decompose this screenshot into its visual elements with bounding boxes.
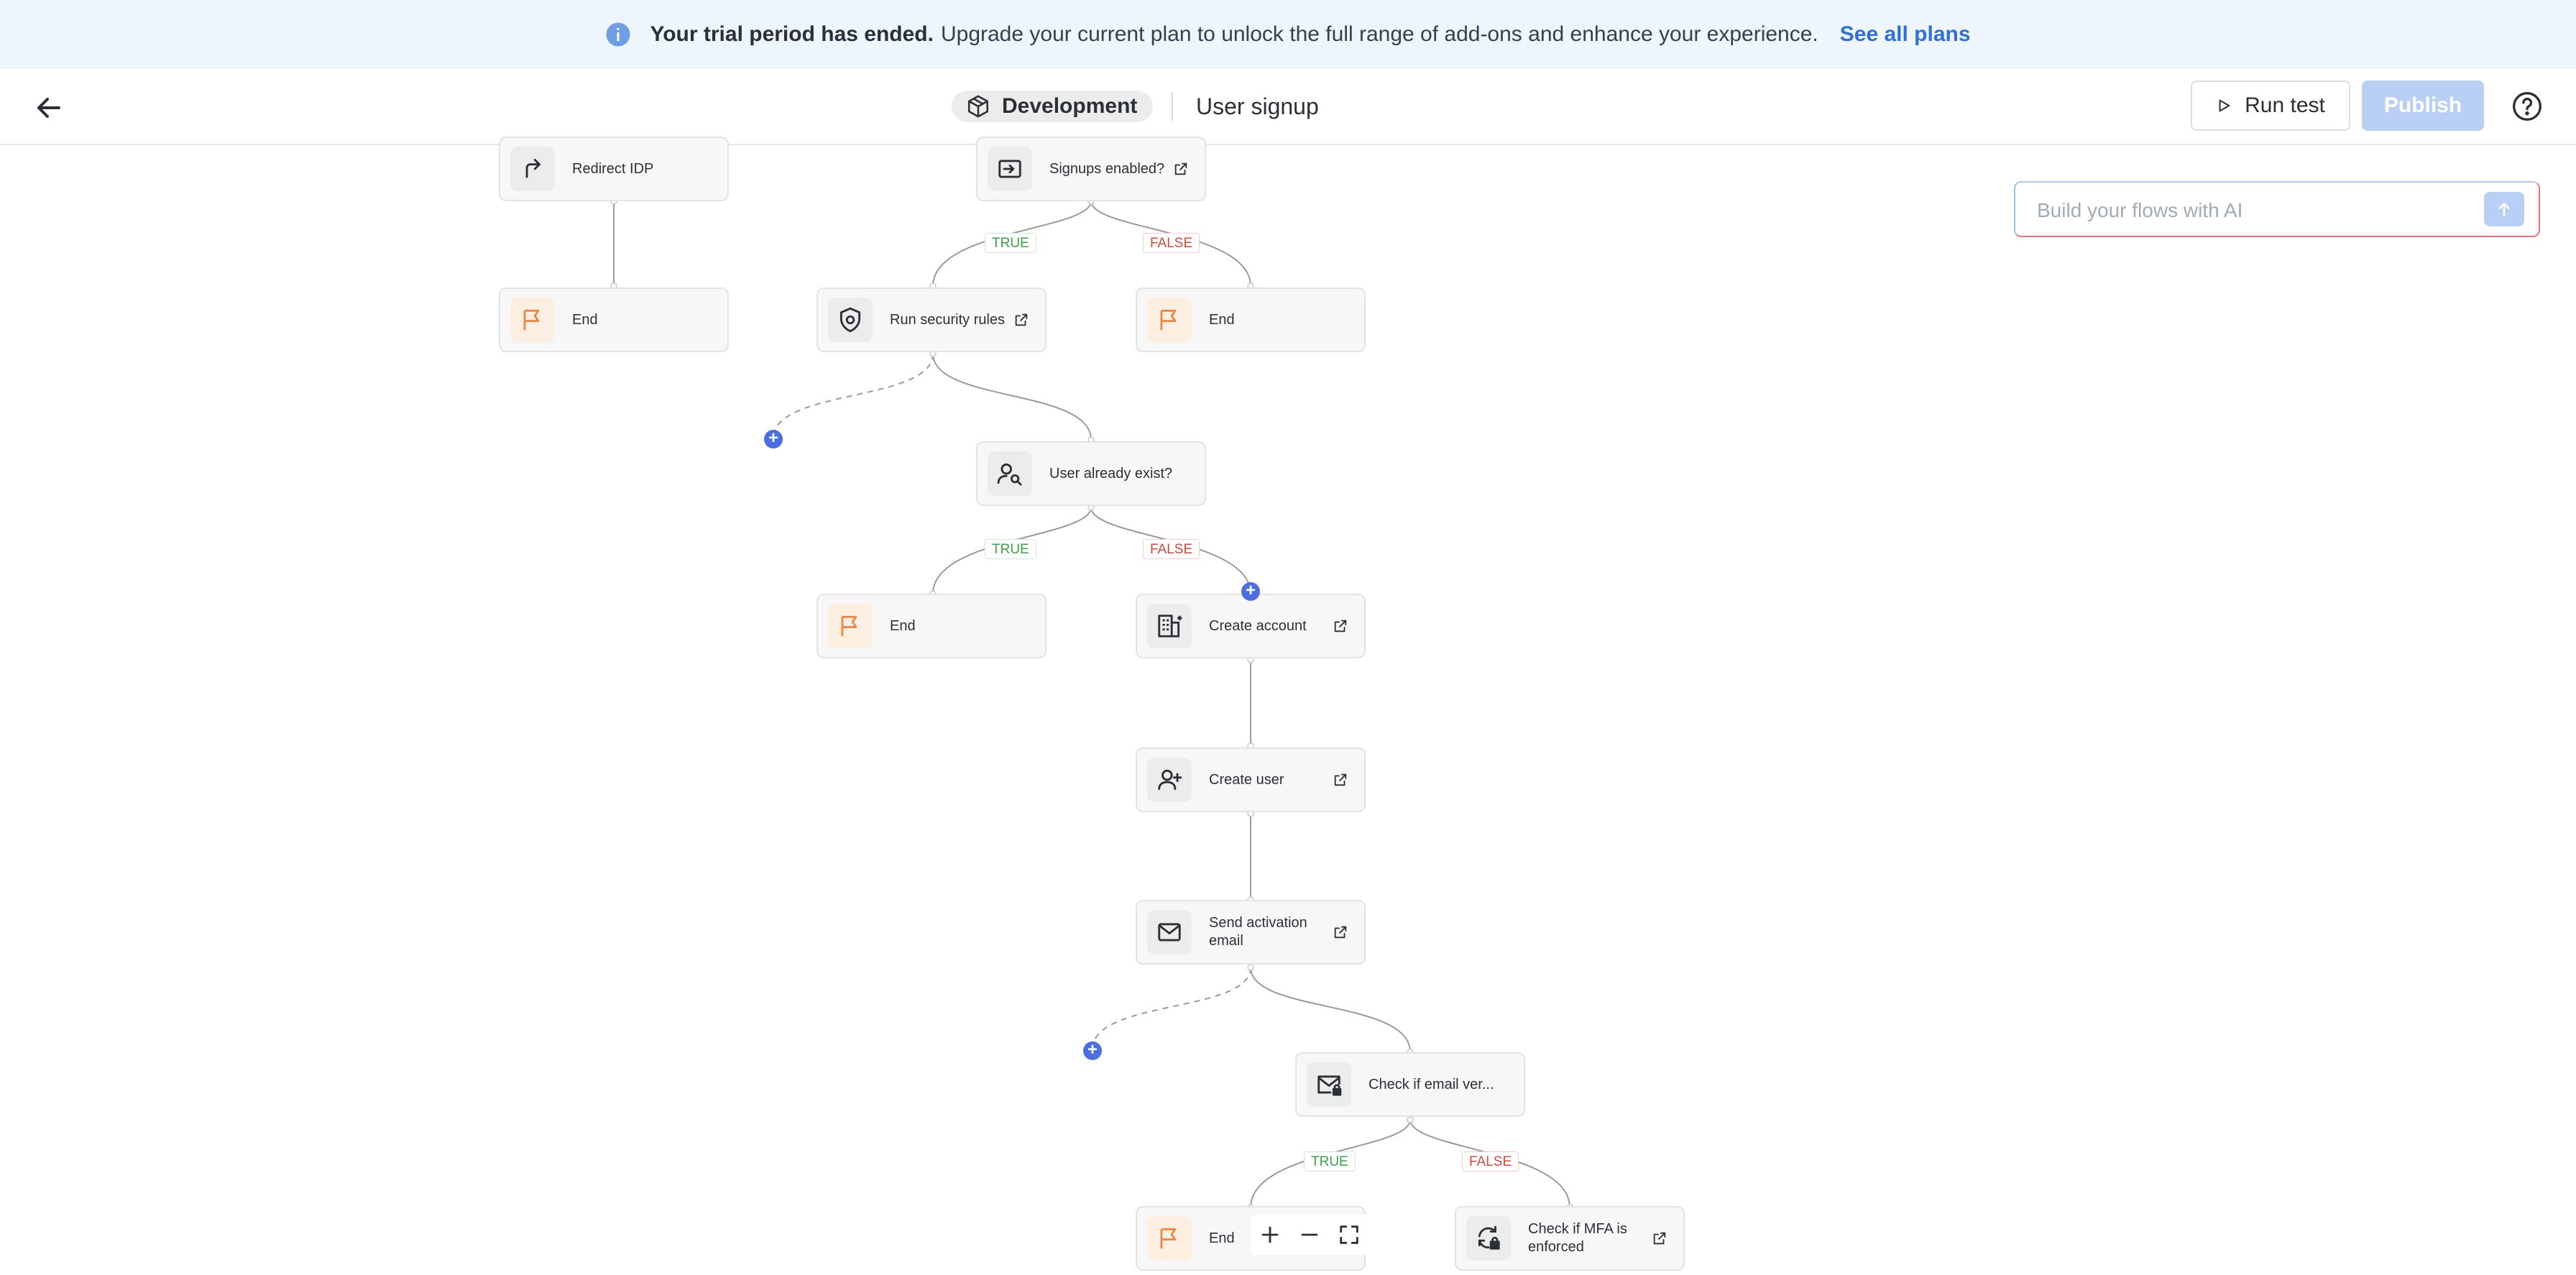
node-label: User already exist? (1049, 465, 1173, 482)
shield-icon (840, 307, 861, 333)
user-search-icon (997, 463, 1022, 486)
node-create-user[interactable]: Create user (1136, 747, 1366, 812)
external-link-icon[interactable] (1333, 618, 1348, 634)
node-icon-container (828, 298, 873, 342)
add-step-button[interactable]: + (1241, 582, 1260, 601)
ai-send-button[interactable] (2484, 192, 2524, 226)
external-link-icon[interactable] (1333, 772, 1348, 788)
node-run-security-rules[interactable]: Run security rules (816, 287, 1046, 352)
node-end[interactable]: End (1136, 287, 1366, 352)
redirect-icon (525, 158, 540, 178)
node-icon-container (1147, 1216, 1192, 1261)
node-label: Create user (1209, 771, 1284, 788)
sign-in-icon (998, 160, 1021, 178)
node-icon-container (1147, 910, 1192, 954)
node-icon-container (988, 451, 1032, 496)
node-icon-container (1147, 758, 1192, 802)
external-link-icon[interactable] (1333, 924, 1348, 940)
external-link-icon[interactable] (1652, 1230, 1668, 1246)
node-label: Redirect IDP (572, 160, 654, 177)
node-check-mfa-enforced[interactable]: Check if MFA is enforced (1455, 1206, 1685, 1271)
node-label: End (572, 311, 598, 328)
add-step-button[interactable]: + (1083, 1041, 1102, 1060)
node-label: Send activation email (1209, 915, 1307, 949)
zoom-in-icon[interactable] (1258, 1223, 1282, 1247)
node-icon-container (1466, 1216, 1511, 1261)
node-icon-container (1147, 604, 1192, 648)
node-icon-container (988, 147, 1032, 191)
user-plus-icon (1158, 769, 1182, 791)
add-step-button[interactable]: + (764, 430, 783, 448)
node-icon-container (510, 147, 555, 191)
external-link-icon[interactable] (1173, 161, 1189, 177)
branch-false-tag: FALSE (1143, 539, 1200, 559)
flag-icon (841, 615, 857, 637)
node-user-already-exist[interactable]: User already exist? (976, 441, 1206, 506)
node-label: End (1209, 311, 1235, 328)
external-link-icon[interactable] (1013, 312, 1029, 328)
mfa-icon (1478, 1225, 1500, 1250)
ai-prompt-input[interactable] (2036, 195, 2470, 226)
node-label: Create account (1209, 617, 1307, 634)
zoom-out-icon[interactable] (1297, 1223, 1322, 1247)
node-label: Check if email ver... (1368, 1076, 1494, 1092)
node-icon-container (1147, 298, 1192, 342)
flag-icon (1160, 1228, 1177, 1249)
node-end[interactable]: End (816, 594, 1046, 658)
node-create-account[interactable]: Create account (1136, 594, 1366, 658)
node-label: End (890, 617, 916, 634)
node-end[interactable]: End (499, 287, 729, 352)
branch-true-tag: TRUE (985, 539, 1036, 559)
branch-true-tag: TRUE (1304, 1151, 1356, 1172)
node-label: Check if MFA is enforced (1528, 1221, 1627, 1255)
node-icon-container (1307, 1062, 1351, 1107)
node-check-email-verified[interactable]: Check if email ver... (1295, 1052, 1525, 1117)
branch-false-tag: FALSE (1462, 1151, 1519, 1172)
node-send-activation-email[interactable]: Send activation email (1136, 900, 1366, 965)
flag-icon (1160, 309, 1177, 331)
node-icon-container (510, 298, 555, 342)
node-redirect-idp[interactable]: Redirect IDP (499, 137, 729, 201)
branch-false-tag: FALSE (1143, 233, 1200, 253)
branch-true-tag: TRUE (985, 233, 1036, 253)
fit-view-icon[interactable] (1337, 1223, 1361, 1247)
node-label: Run security rules (890, 311, 1006, 328)
arrow-up-icon (2498, 203, 2510, 216)
flag-icon (523, 309, 540, 331)
node-label: Signups enabled? (1049, 160, 1165, 177)
ai-prompt-box (2014, 181, 2540, 237)
zoom-toolbar (1251, 1215, 1368, 1255)
building-icon (1158, 615, 1182, 638)
mail-icon (1158, 923, 1181, 942)
node-signups-enabled[interactable]: Signups enabled? (976, 137, 1206, 201)
mail-lock-icon (1317, 1075, 1342, 1096)
node-icon-container (828, 604, 873, 648)
